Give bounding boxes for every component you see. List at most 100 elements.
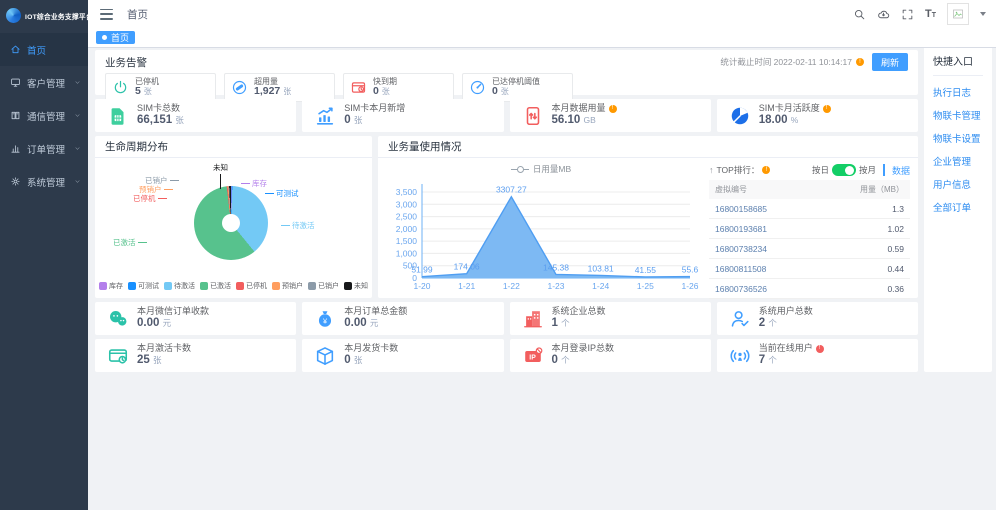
donut-callout: 待激活 [281,220,315,231]
avatar[interactable] [947,3,969,25]
table-row[interactable]: 16800736526 0.36 [709,278,910,299]
toggle-monthly-label[interactable]: 按月 [859,164,876,176]
svg-text:51.99: 51.99 [411,265,433,275]
app-logo: IOT综合业务支撑平台 [0,0,93,33]
stat-value: 1,927 [254,85,281,98]
quick-link-exec-log[interactable]: 执行日志 [933,85,983,99]
caret-down-icon[interactable] [980,12,986,16]
legend-item[interactable]: 未知 [344,281,368,291]
usage-value: 1.02 [816,218,910,239]
fullscreen-icon[interactable] [901,8,914,21]
stat-value: 0 [492,85,498,98]
money-bag-icon: ¥ [319,310,332,327]
table-row[interactable]: 16800158685 1.3 [709,199,910,219]
sidebar-item-system[interactable]: 系统管理 [0,165,88,198]
building-icon [523,310,542,327]
svg-text:3,000: 3,000 [396,199,418,209]
legend-item[interactable]: 已激活 [200,281,231,291]
column-header: 用量（MB） [816,180,910,199]
accent-divider [882,164,885,176]
tab-home[interactable]: 首页 [96,31,136,44]
quick-link-enterprise-mgmt[interactable]: 企业管理 [933,154,983,168]
stat-value: 2 [758,317,766,329]
legend-item[interactable]: 已停机 [236,281,267,291]
stat-value: 18.00 [758,114,788,126]
expiring-icon [351,82,366,93]
refresh-button[interactable]: 刷新 [871,53,908,71]
stat-unit: 张 [500,87,509,97]
stat-value: 7 [758,354,766,366]
warning-icon [608,104,617,113]
legend-item[interactable]: 已销户 [308,281,339,291]
threshold-clock-icon [470,80,485,95]
virtual-number: 16800736526 [709,278,817,299]
menu-icon[interactable] [100,8,113,20]
legend-item[interactable]: 可测试 [128,281,159,291]
data-link[interactable]: 数据 [892,164,910,177]
quick-link-iot-card-mgmt[interactable]: 物联卡管理 [933,108,983,122]
stat-label: 本月数据用量 [551,103,606,114]
lifecycle-title: 生命周期分布 [105,141,168,153]
chevron-down-icon [75,180,80,183]
sidebar-item-communication[interactable]: 通信管理 [0,99,88,132]
stat-label: 本月激活卡数 [137,343,192,354]
font-size-icon[interactable]: TT [925,8,936,20]
sidebar-item-home[interactable]: 首页 [0,33,88,66]
breadcrumb[interactable]: 首页 [127,7,148,22]
stat-value: 0 [344,114,351,126]
stat-time: 统计截止时间 2022-02-11 10:14:17 [720,56,864,68]
table-row[interactable]: 16800738234 0.59 [709,238,910,259]
donut-callout: 可测试 [265,188,299,199]
legend-item[interactable]: 库存 [99,281,123,291]
quick-panel-title: 快捷入口 [933,53,983,76]
svg-text:1,500: 1,500 [396,236,418,246]
table-row[interactable]: 16800193681 1.02 [709,218,910,239]
stat-label: 本月登录IP总数 [551,343,615,354]
quick-link-iot-card-settings[interactable]: 物联卡设置 [933,131,983,145]
stat-value: 56.10 [551,114,581,126]
tabbar: 首页 [88,28,996,48]
rank-title-text: TOP排行： [716,165,760,175]
stat-card-sim-new: SIM卡本月新增 0 张 [302,99,504,132]
stat-value: 0 [551,354,558,366]
sidebar-item-customers[interactable]: 客户管理 [0,66,88,99]
svg-text:1-22: 1-22 [503,281,520,291]
lifecycle-chart: 库存 可测试 待激活 已激活 已停机 预销户 已销户 未知 库存 可测试 待激活 已激活 已停机 预销户… [95,158,372,296]
usage-value: 1.3 [816,199,910,219]
svg-text:1-20: 1-20 [413,281,430,291]
cloud-download-icon[interactable] [877,8,890,21]
chart-legend[interactable]: 日用量MB [382,162,700,176]
usage-value: 0.59 [816,238,910,259]
quick-link-all-orders[interactable]: 全部订单 [933,200,983,214]
chevron-down-icon [75,81,80,84]
toggle-daily-label[interactable]: 按日 [812,164,829,176]
svg-text:41.55: 41.55 [635,265,657,275]
legend-item[interactable]: 预销户 [272,281,303,291]
table-row[interactable]: 16800811508 0.44 [709,258,910,279]
sidebar-item-orders[interactable]: 订单管理 [0,132,88,165]
stat-card-order-amount: ¥ 本月订单总金额 0.00 元 [302,302,504,335]
legend-label: 日用量MB [532,164,572,174]
svg-text:3307.27: 3307.27 [496,185,527,195]
period-toggle[interactable] [831,164,856,176]
stat-unit: 张 [143,87,152,97]
stats-row-4: 本月激活卡数 25 张 本月发货卡数 0 张 IP 本月登录IP总数 0 个 当… [95,339,918,372]
stat-unit: 张 [153,355,162,365]
power-icon [114,80,127,94]
stat-unit: GB [583,115,596,125]
sidebar-item-label: 首页 [27,45,47,57]
virtual-number: 16800193681 [709,218,817,239]
legend-item[interactable]: 待激活 [164,281,195,291]
usage-value: 0.36 [816,278,910,299]
warning-icon [855,58,864,66]
stat-card-users: 系统用户总数 2 个 [716,302,918,335]
quick-link-user-info[interactable]: 用户信息 [933,177,983,191]
donut-callout: 库存 [241,178,267,189]
alert-cards-row: 已停机 5 张 超用量 1,927 张 快到期 0 张 已达停机阈值 0 张 [105,73,908,102]
stat-unit: 元 [369,318,379,328]
new-cards-chart-icon [317,107,334,125]
tab-active-dot [102,35,107,40]
svg-text:3,500: 3,500 [396,187,418,197]
stat-card-activated: 本月激活卡数 25 张 [95,339,297,372]
search-icon[interactable] [853,8,866,21]
